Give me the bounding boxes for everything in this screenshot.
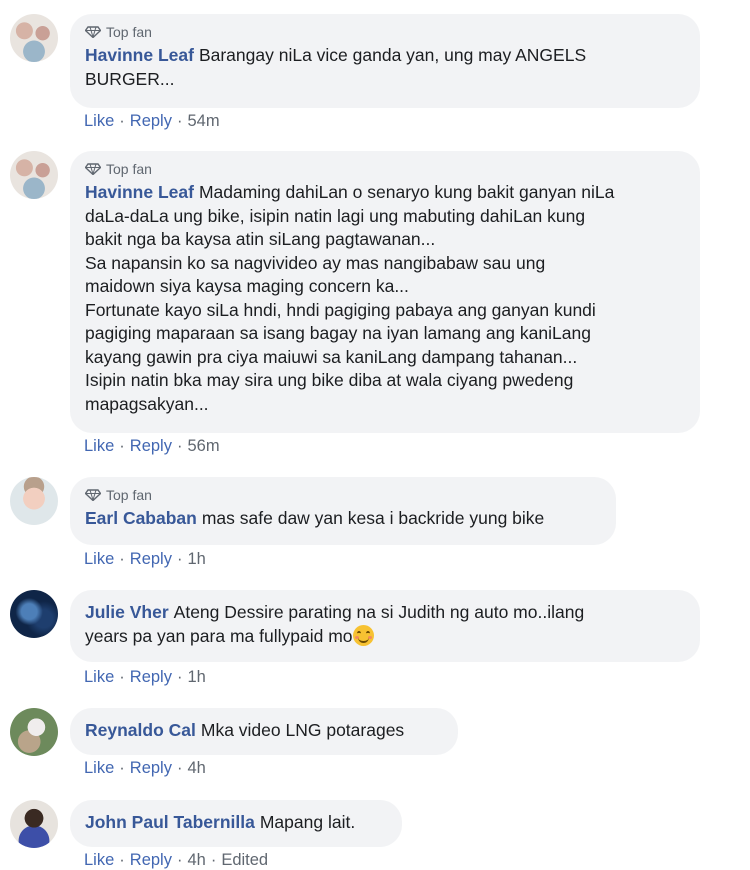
smiling-face-emoji: [352, 624, 374, 646]
diamond-icon: [85, 489, 101, 501]
comment-bubble: Top fan Havinne Leaf Madaming dahiLan o s…: [70, 151, 700, 433]
author-name[interactable]: Havinne Leaf: [85, 45, 194, 65]
comment-text: Julie Vher Ateng Dessire parating na si J…: [85, 601, 685, 648]
timestamp[interactable]: 4h: [187, 759, 205, 777]
comment-bubble: Top fan Havinne Leaf Barangay niLa vice g…: [70, 14, 700, 108]
avatar[interactable]: [10, 800, 58, 848]
top-fan-badge: Top fan: [85, 23, 685, 41]
timestamp[interactable]: 1h: [187, 550, 205, 568]
comment-body: Mka video LNG potarages: [200, 720, 405, 740]
comment-body: Madaming dahiLan o senaryo kung bakit ga…: [85, 182, 615, 414]
comment-actions: Like · Reply · 4h · Edited: [84, 851, 269, 869]
comment-text: Earl Cababan mas safe daw yan kesa i back…: [85, 507, 601, 531]
comment-text: Havinne Leaf Barangay niLa vice ganda yan…: [85, 44, 685, 91]
avatar[interactable]: [10, 14, 58, 62]
comment-text: Reynaldo Cal Mka video LNG potarages: [85, 719, 443, 743]
reply-button[interactable]: Reply: [130, 668, 172, 686]
reply-button[interactable]: Reply: [130, 851, 172, 869]
author-name[interactable]: Havinne Leaf: [85, 182, 194, 202]
diamond-icon: [85, 26, 101, 38]
author-name[interactable]: John Paul Tabernilla: [85, 812, 255, 832]
like-button[interactable]: Like: [84, 668, 114, 686]
comment-bubble: Julie Vher Ateng Dessire parating na si J…: [70, 590, 700, 662]
timestamp[interactable]: 54m: [187, 112, 219, 130]
reply-button[interactable]: Reply: [130, 437, 172, 455]
reply-button[interactable]: Reply: [130, 759, 172, 777]
avatar[interactable]: [10, 590, 58, 638]
comment-actions: Like · Reply · 1h: [84, 668, 206, 686]
badge-label: Top fan: [106, 487, 152, 503]
comment-actions: Like · Reply · 1h: [84, 550, 206, 568]
author-name[interactable]: Julie Vher: [85, 602, 169, 622]
comment-actions: Like · Reply · 56m: [84, 437, 220, 455]
comment-bubble: John Paul Tabernilla Mapang lait.: [70, 800, 402, 847]
comment-actions: Like · Reply · 54m: [84, 112, 220, 130]
avatar[interactable]: [10, 708, 58, 756]
like-button[interactable]: Like: [84, 550, 114, 568]
avatar[interactable]: [10, 477, 58, 525]
badge-label: Top fan: [106, 24, 152, 40]
top-fan-badge: Top fan: [85, 160, 685, 178]
timestamp[interactable]: 4h: [187, 851, 205, 869]
diamond-icon: [85, 163, 101, 175]
comment-body: mas safe daw yan kesa i backride yung bi…: [201, 508, 545, 528]
timestamp[interactable]: 56m: [187, 437, 219, 455]
like-button[interactable]: Like: [84, 437, 114, 455]
author-name[interactable]: Reynaldo Cal: [85, 720, 196, 740]
comment-actions: Like · Reply · 4h: [84, 759, 206, 777]
like-button[interactable]: Like: [84, 759, 114, 777]
like-button[interactable]: Like: [84, 851, 114, 869]
author-name[interactable]: Earl Cababan: [85, 508, 197, 528]
comment-bubble: Top fan Earl Cababan mas safe daw yan kes…: [70, 477, 616, 545]
reply-button[interactable]: Reply: [130, 112, 172, 130]
comment-body: Mapang lait.: [259, 812, 356, 832]
badge-label: Top fan: [106, 161, 152, 177]
comment-text: Havinne Leaf Madaming dahiLan o senaryo k…: [85, 181, 685, 416]
top-fan-badge: Top fan: [85, 486, 601, 504]
timestamp[interactable]: 1h: [187, 668, 205, 686]
comment-bubble: Reynaldo Cal Mka video LNG potarages: [70, 708, 458, 755]
comment-text: John Paul Tabernilla Mapang lait.: [85, 811, 387, 835]
avatar[interactable]: [10, 151, 58, 199]
reply-button[interactable]: Reply: [130, 550, 172, 568]
edited-label[interactable]: Edited: [221, 851, 268, 869]
like-button[interactable]: Like: [84, 112, 114, 130]
